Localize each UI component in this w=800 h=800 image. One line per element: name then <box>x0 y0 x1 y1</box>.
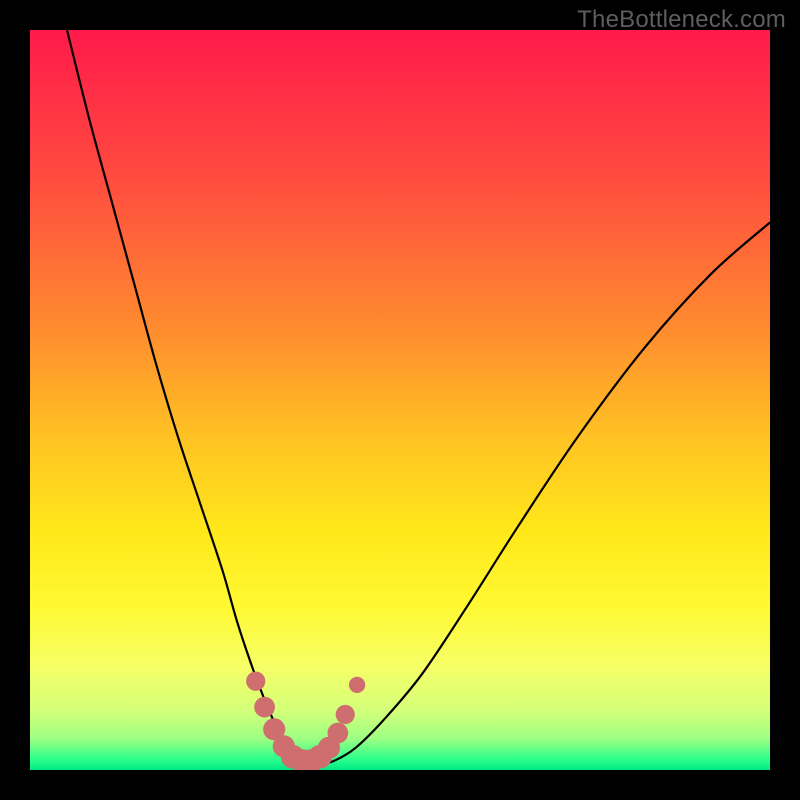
curve-layer <box>30 30 770 770</box>
trough-markers <box>246 672 365 770</box>
trough-marker <box>327 723 348 744</box>
plot-area <box>30 30 770 770</box>
trough-marker <box>246 672 265 691</box>
watermark-text: TheBottleneck.com <box>577 6 786 34</box>
trough-marker <box>336 705 355 724</box>
bottleneck-curve <box>67 30 770 764</box>
trough-marker <box>349 677 365 693</box>
trough-marker <box>254 697 275 718</box>
chart-frame: TheBottleneck.com <box>0 0 800 800</box>
